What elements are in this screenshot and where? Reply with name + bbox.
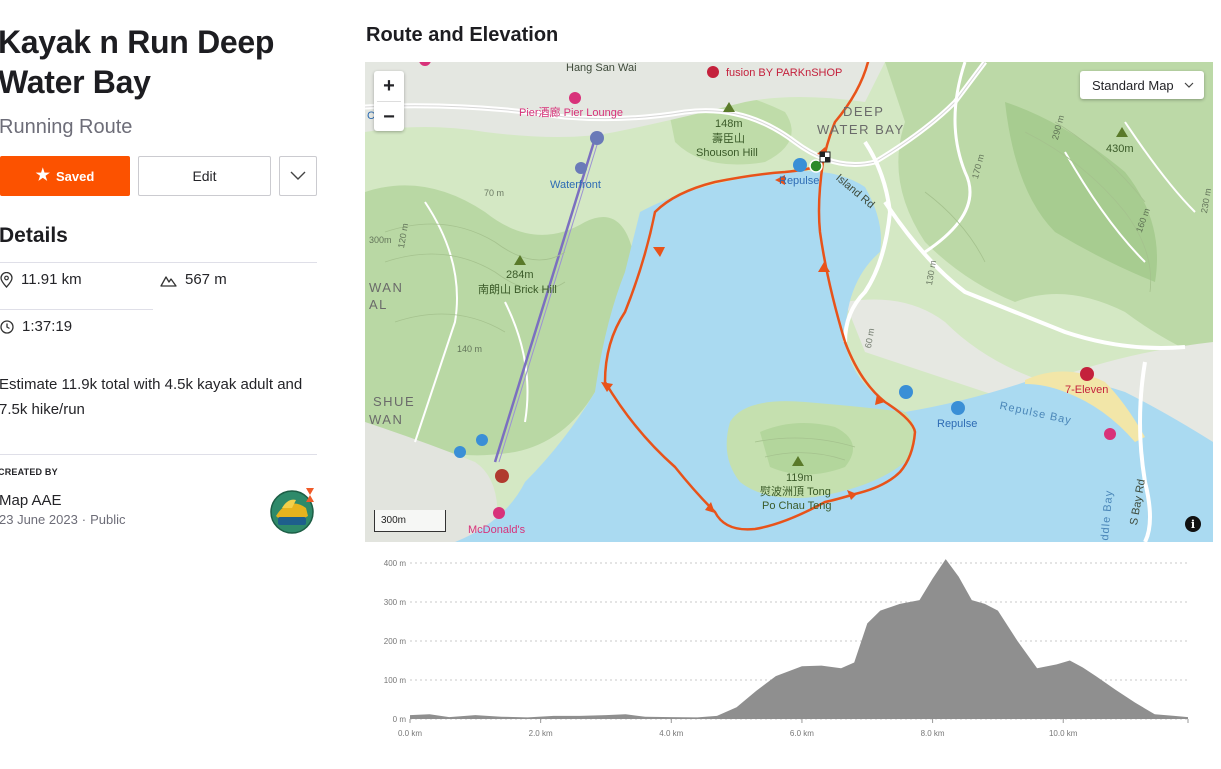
info-icon[interactable]: i — [1185, 516, 1201, 532]
map-label: 119m — [786, 472, 813, 484]
map-label: 7-Eleven — [1065, 384, 1109, 396]
map-label: Repulse — [937, 418, 978, 430]
map-label: 284m — [506, 269, 534, 281]
y-tick-label: 200 m — [384, 637, 407, 646]
x-tick-label: 0.0 km — [398, 729, 422, 738]
visibility: Public — [90, 512, 126, 527]
x-tick-label: 10.0 km — [1049, 729, 1078, 738]
x-tick-label: 2.0 km — [529, 729, 553, 738]
map-label: Shouson Hill — [696, 147, 758, 159]
y-tick-label: 400 m — [384, 559, 407, 568]
map-label: WATER BAY — [817, 122, 905, 137]
elevation-y-axis: 400 m 300 m 200 m 100 m 0 m — [384, 559, 407, 724]
more-options-button[interactable] — [279, 156, 317, 196]
map-label: Pier酒廊 Pier Lounge — [519, 107, 623, 119]
zoom-out-button[interactable]: − — [374, 102, 404, 132]
map-label: 南朗山 Brick Hill — [478, 284, 557, 296]
map-label: Po Chau Teng — [762, 500, 832, 512]
map-label: WAN — [369, 280, 404, 295]
contour-label: 300m — [369, 235, 392, 245]
map-label: 430m — [1106, 143, 1134, 155]
creator-meta: 23 June 2023 · Public — [0, 512, 126, 527]
y-tick-label: 100 m — [384, 676, 407, 685]
zoom-control: + − — [374, 71, 404, 131]
elevation-x-axis: 0.0 km 2.0 km 4.0 km 6.0 km 8.0 km 10.0 km — [398, 719, 1189, 738]
route-description: Estimate 11.9k total with 4.5k kayak adu… — [0, 376, 303, 418]
x-tick-label: 6.0 km — [790, 729, 814, 738]
divider — [160, 262, 317, 263]
zoom-in-button[interactable]: + — [374, 71, 404, 101]
elevation-chart[interactable]: 400 m 300 m 200 m 100 m 0 m 0.0 km 2.0 km 4.0 … — [365, 548, 1205, 748]
edit-button[interactable]: Edit — [138, 156, 271, 196]
contour-label: 70 m — [484, 188, 505, 198]
time-stat: 1:37:19 — [0, 318, 72, 335]
elevation-area — [410, 559, 1188, 719]
route-type: Running Route — [0, 116, 133, 138]
route-details-panel: Kayak n Run Deep Water Bay Running Route… — [0, 0, 330, 769]
map-label: McDonald's — [468, 524, 526, 536]
created-date: 23 June 2023 — [0, 512, 78, 527]
distance-stat: 11.91 km — [0, 271, 82, 288]
map-label: Repulse — [779, 175, 820, 187]
map-scale-bar: 300m — [374, 510, 446, 532]
chevron-down-icon — [290, 171, 306, 180]
chevron-down-icon — [1184, 82, 1194, 88]
map-label: 熨波洲頂 Tong — [760, 486, 831, 498]
y-tick-label: 300 m — [384, 598, 407, 607]
x-tick-label: 4.0 km — [659, 729, 683, 738]
map-label: AL — [369, 297, 388, 312]
route-map[interactable]: Hang San Wai fusion BY PARKnSHOP Pier酒廊 … — [365, 62, 1213, 542]
contour-label: 140 m — [457, 344, 483, 354]
time-value: 1:37:19 — [22, 318, 73, 335]
map-label: 壽臣山 — [712, 133, 745, 145]
divider — [0, 454, 317, 455]
route-elevation-heading: Route and Elevation — [366, 24, 559, 46]
saved-button-label: Saved — [56, 168, 95, 184]
star-icon: ★ — [35, 167, 51, 184]
creator-name[interactable]: Map AAE — [0, 492, 62, 509]
saved-button[interactable]: ★ Saved — [0, 156, 130, 196]
distance-value: 11.91 km — [21, 271, 82, 288]
map-style-value: Standard Map — [1092, 77, 1174, 93]
location-pin-icon — [0, 271, 13, 288]
map-label: Hang San Wai — [566, 62, 637, 74]
map-label: 148m — [715, 118, 743, 130]
map-label: SHUE — [373, 394, 416, 409]
details-heading: Details — [0, 224, 68, 247]
map-label: WAN — [369, 412, 404, 427]
elevation-gain-stat: 567 m — [160, 271, 227, 288]
y-tick-label: 0 m — [393, 715, 407, 724]
mountain-icon — [160, 275, 177, 287]
map-label: fusion BY PARKnSHOP — [726, 67, 843, 79]
divider — [0, 309, 153, 310]
created-by-label: CREATED BY — [0, 467, 58, 477]
route-title: Kayak n Run Deep Water Bay — [0, 24, 275, 100]
clock-icon — [0, 319, 14, 334]
map-canvas — [365, 62, 1213, 542]
map-label: Waterfront — [550, 179, 601, 191]
creator-avatar[interactable] — [268, 486, 316, 534]
elevation-gain-value: 567 m — [185, 271, 227, 288]
map-style-select[interactable]: Standard Map — [1080, 71, 1204, 99]
map-label: DEEP — [843, 104, 885, 119]
x-tick-label: 8.0 km — [921, 729, 945, 738]
